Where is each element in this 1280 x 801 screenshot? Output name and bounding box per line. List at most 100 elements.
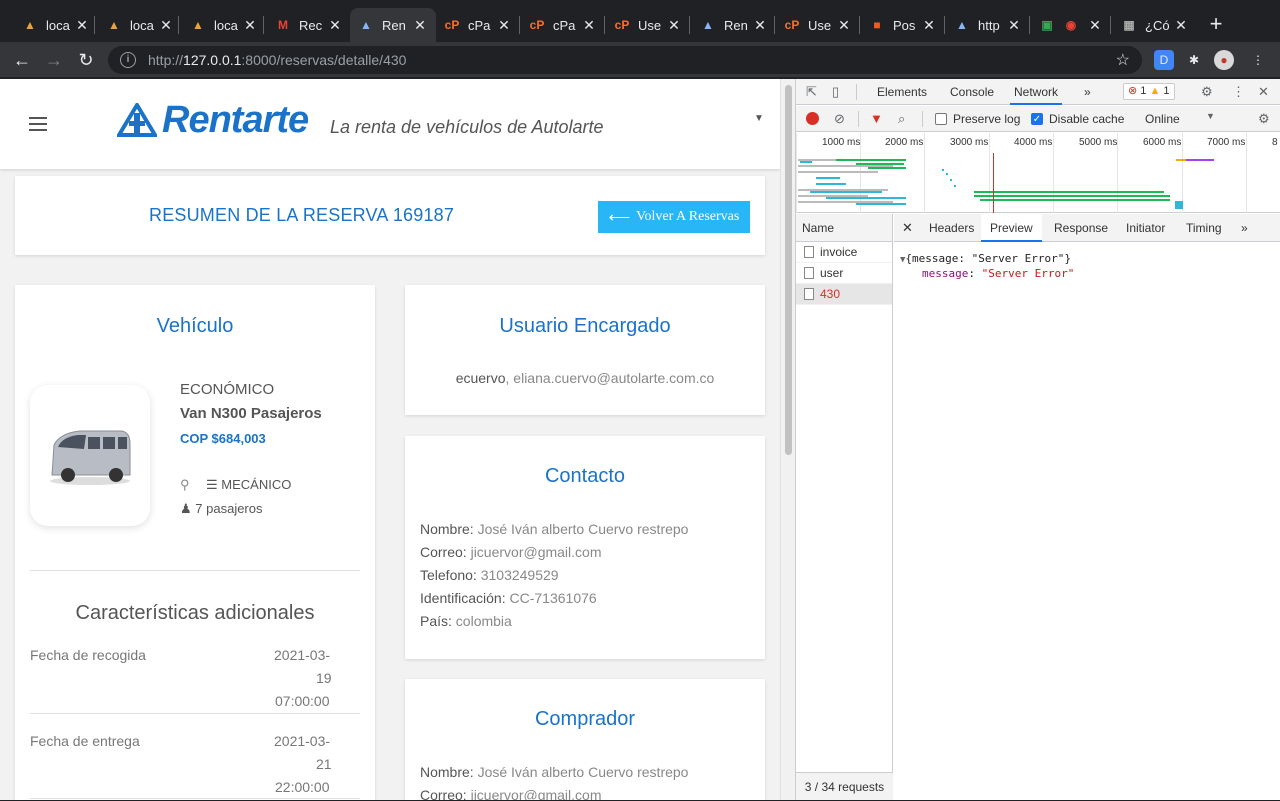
browser-tab[interactable]: cP Use ✕ xyxy=(606,8,690,42)
tab-response[interactable]: Response xyxy=(1054,214,1108,242)
close-icon[interactable]: ✕ xyxy=(412,17,428,34)
disable-cache-label: Disable cache xyxy=(1049,112,1125,126)
browser-tab[interactable]: ▲ loca ✕ xyxy=(14,8,98,42)
request-row-selected[interactable]: 430 xyxy=(796,284,892,305)
browser-tab[interactable]: cP cPa ✕ xyxy=(521,8,605,42)
record-icon[interactable] xyxy=(806,112,819,125)
bookmark-star-icon[interactable]: ☆ xyxy=(1116,50,1130,70)
puzzle-icon[interactable]: ✱ xyxy=(1184,50,1204,70)
new-tab-button[interactable]: + xyxy=(1206,12,1226,36)
preserve-log-checkbox[interactable] xyxy=(935,113,947,125)
more-tabs-button[interactable]: » xyxy=(1241,214,1248,242)
github-icon: ▦ xyxy=(1123,18,1135,32)
divider xyxy=(30,798,360,799)
chevron-down-icon[interactable]: ▼ xyxy=(754,113,764,124)
close-icon[interactable]: ✕ xyxy=(581,17,597,34)
cpanel-icon: cP xyxy=(614,18,630,32)
avatar[interactable]: ● xyxy=(1214,50,1234,70)
divider xyxy=(30,713,360,714)
close-detail-icon[interactable]: ✕ xyxy=(902,214,913,242)
close-icon[interactable]: ✕ xyxy=(1258,84,1269,100)
browser-tab[interactable]: cP Use ✕ xyxy=(776,8,860,42)
buyer-section-title: Comprador xyxy=(534,708,636,730)
close-icon[interactable]: ✕ xyxy=(921,17,937,34)
close-icon[interactable]: ✕ xyxy=(1087,17,1103,34)
record-icon: ◉ xyxy=(1065,18,1077,32)
close-icon[interactable]: ✕ xyxy=(1173,17,1189,34)
name-column-header[interactable]: Name xyxy=(796,214,892,242)
gmail-icon: M xyxy=(278,18,288,32)
filter-icon[interactable]: ▼ xyxy=(870,111,883,126)
close-icon[interactable]: ✕ xyxy=(666,17,682,34)
menu-dots-icon[interactable]: ⋮ xyxy=(1232,84,1245,100)
more-tabs-button[interactable]: » xyxy=(1084,79,1091,105)
network-overview-timeline[interactable]: 1000 ms 2000 ms 3000 ms 4000 ms 5000 ms … xyxy=(796,133,1280,213)
network-settings-gear-icon[interactable]: ⚙ xyxy=(1258,111,1270,127)
contact-name: Nombre: José Iván alberto Cuervo restrep… xyxy=(420,521,689,537)
disable-cache-checkbox[interactable]: ✓ xyxy=(1031,113,1043,125)
tab-elements[interactable]: Elements xyxy=(877,79,927,105)
contact-phone: Telefono: 3103249529 xyxy=(420,567,559,583)
back-to-reservations-button[interactable]: ⟵ Volver A Reservas xyxy=(598,201,750,233)
van-icon xyxy=(50,430,131,485)
close-icon[interactable]: ✕ xyxy=(158,17,174,34)
browser-tab[interactable]: ▲ http ✕ xyxy=(946,8,1030,42)
search-icon[interactable]: ⌕ xyxy=(898,111,905,127)
user-in-charge-card xyxy=(405,285,765,415)
json-preview-root[interactable]: ▼{message: "Server Error"} xyxy=(900,252,1071,265)
chevron-down-icon[interactable]: ▼ xyxy=(1206,111,1215,121)
vehicle-card xyxy=(15,285,375,800)
tab-initiator[interactable]: Initiator xyxy=(1126,214,1165,242)
close-icon[interactable]: ✕ xyxy=(74,17,90,34)
document-icon xyxy=(804,246,814,258)
timeline-bars xyxy=(798,153,1214,213)
clear-icon[interactable]: ⊘ xyxy=(834,111,845,127)
cpanel-icon: cP xyxy=(529,18,545,32)
vehicle-passengers: ♟ 7 pasajeros xyxy=(180,501,263,516)
device-toolbar-icon[interactable]: ▯ xyxy=(832,84,839,100)
back-arrow-icon[interactable]: ← xyxy=(10,48,34,72)
browser-tab[interactable]: M Rec ✕ xyxy=(267,8,351,42)
close-icon[interactable]: ✕ xyxy=(327,17,343,34)
tab-console[interactable]: Console xyxy=(950,79,994,105)
close-icon[interactable]: ✕ xyxy=(752,17,768,34)
vehicle-transmission: ☰ MECÁNICO xyxy=(206,477,292,492)
forward-arrow-icon[interactable]: → xyxy=(42,48,66,72)
browser-tab[interactable]: ▦ ¿Có ✕ xyxy=(1113,8,1197,42)
site-info-icon[interactable]: i xyxy=(120,52,136,68)
request-row[interactable]: invoice xyxy=(796,242,892,263)
dropoff-date-value: 2021-03- xyxy=(274,733,331,749)
contact-email: Correo: jicuervor@gmail.com xyxy=(420,544,602,560)
inspect-element-icon[interactable]: ⇱ xyxy=(806,84,817,100)
browser-tab[interactable]: ▲ loca ✕ xyxy=(98,8,182,42)
browser-tabstrip: ▲ loca ✕ ▲ loca ✕ ▲ loca ✕ M Rec ✕ ▲ Ren… xyxy=(0,0,1280,42)
arrow-left-icon: ⟵ xyxy=(608,209,631,226)
close-icon[interactable]: ✕ xyxy=(1006,17,1022,34)
browser-tab[interactable]: ■ Pos ✕ xyxy=(861,8,945,42)
browser-tab[interactable]: cP cPa ✕ xyxy=(436,8,520,42)
browser-tab[interactable]: ▲ loca ✕ xyxy=(182,8,266,42)
gear-icon[interactable]: ⚙ xyxy=(1201,84,1213,100)
close-icon[interactable]: ✕ xyxy=(242,17,258,34)
close-icon[interactable]: ✕ xyxy=(496,17,512,34)
address-bar[interactable]: i http://127.0.0.1:8000/reservas/detalle… xyxy=(108,46,1142,74)
divider xyxy=(30,570,360,571)
browser-tab-active[interactable]: ▲ Ren ✕ xyxy=(350,8,436,42)
throttling-select[interactable]: Online xyxy=(1145,112,1180,126)
tab-headers[interactable]: Headers xyxy=(929,214,974,242)
issues-badge[interactable]: ⊗ 1 ▲ 1 xyxy=(1123,83,1175,100)
devtools-panel: ⇱ ▯ Elements Console Network » ⊗ 1 ▲ 1 ⚙… xyxy=(795,79,1280,800)
tab-network[interactable]: Network xyxy=(1010,79,1063,105)
tab-timing[interactable]: Timing xyxy=(1186,214,1222,242)
browser-tab[interactable]: ▣ ◉ ✕ xyxy=(1031,8,1111,42)
hamburger-menu-icon[interactable] xyxy=(29,117,47,131)
scrollbar-thumb[interactable] xyxy=(785,85,792,455)
browser-tab[interactable]: ▲ Ren ✕ xyxy=(692,8,776,42)
request-row[interactable]: user xyxy=(796,263,892,284)
extension-icon[interactable]: D xyxy=(1154,50,1174,70)
tab-preview[interactable]: Preview xyxy=(981,214,1042,242)
reload-icon[interactable]: ↻ xyxy=(74,48,98,72)
menu-dots-icon[interactable]: ⋮ xyxy=(1248,50,1268,70)
page-scrollbar[interactable] xyxy=(780,79,795,800)
close-icon[interactable]: ✕ xyxy=(836,17,852,34)
